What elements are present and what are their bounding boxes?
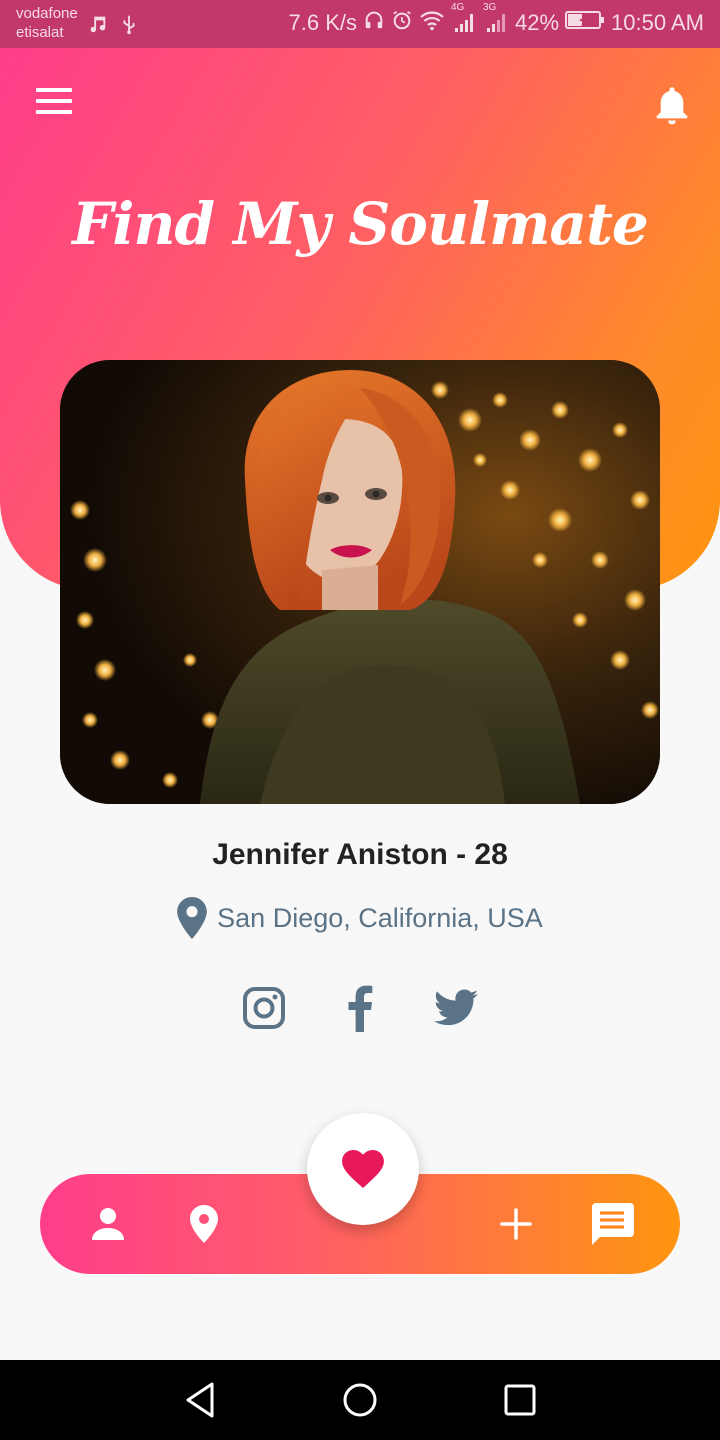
heart-icon — [342, 1150, 384, 1188]
profile-photo-image — [60, 360, 660, 804]
profile-icon — [92, 1208, 124, 1240]
profile-location: San Diego, California, USA — [0, 897, 720, 939]
carrier-line-1: vodafone — [16, 5, 78, 22]
social-links — [0, 984, 720, 1032]
like-button[interactable] — [307, 1113, 419, 1225]
twitter-icon — [434, 989, 478, 1026]
net-speed: 7.6 K/s — [288, 10, 357, 35]
nav-profile-button[interactable] — [84, 1200, 132, 1248]
facebook-link[interactable] — [338, 984, 382, 1032]
location-text: San Diego, California, USA — [217, 902, 543, 933]
system-recents-button[interactable] — [498, 1378, 542, 1422]
hamburger-menu-icon — [36, 88, 72, 92]
home-icon — [343, 1383, 377, 1417]
system-back-button[interactable] — [178, 1378, 222, 1422]
add-icon — [500, 1208, 532, 1240]
battery-charging-icon — [565, 8, 605, 38]
chat-icon — [592, 1203, 634, 1245]
map-pin-icon — [177, 897, 207, 939]
back-icon — [186, 1382, 214, 1418]
clock-time: 10:50 AM — [611, 10, 704, 35]
wifi-icon — [419, 8, 445, 38]
battery-percent: 42% — [515, 10, 560, 35]
signal-4g-icon: 4G — [451, 2, 477, 38]
alarm-icon — [391, 8, 413, 38]
system-home-button[interactable] — [338, 1378, 382, 1422]
twitter-link[interactable] — [434, 984, 478, 1032]
carrier-line-2: etisalat — [16, 24, 64, 41]
location-icon — [190, 1205, 218, 1243]
carrier-name: vodafone etisalat — [16, 4, 78, 42]
profile-name: Jennifer Aniston - 28 — [212, 838, 508, 871]
notification-button[interactable] — [652, 84, 692, 126]
instagram-icon — [243, 987, 285, 1029]
status-bar: vodafone etisalat 7.6 K/s 4G 3G 42% 10:5… — [0, 0, 720, 48]
nav-chat-button[interactable] — [588, 1200, 636, 1248]
instagram-link[interactable] — [242, 984, 286, 1032]
recents-icon — [504, 1384, 536, 1416]
facebook-icon — [348, 985, 373, 1032]
usb-icon — [118, 12, 140, 41]
signal-3g-icon: 3G — [483, 2, 509, 38]
nav-location-button[interactable] — [180, 1200, 228, 1248]
nav-add-button[interactable] — [492, 1200, 540, 1248]
app-title: Find My Soulmate — [72, 190, 649, 258]
music-icon — [86, 12, 108, 41]
bell-icon — [656, 87, 688, 125]
profile-photo[interactable] — [60, 360, 660, 804]
menu-button[interactable] — [36, 88, 76, 120]
system-navigation-bar — [0, 1360, 720, 1440]
headphones-icon — [363, 8, 385, 38]
